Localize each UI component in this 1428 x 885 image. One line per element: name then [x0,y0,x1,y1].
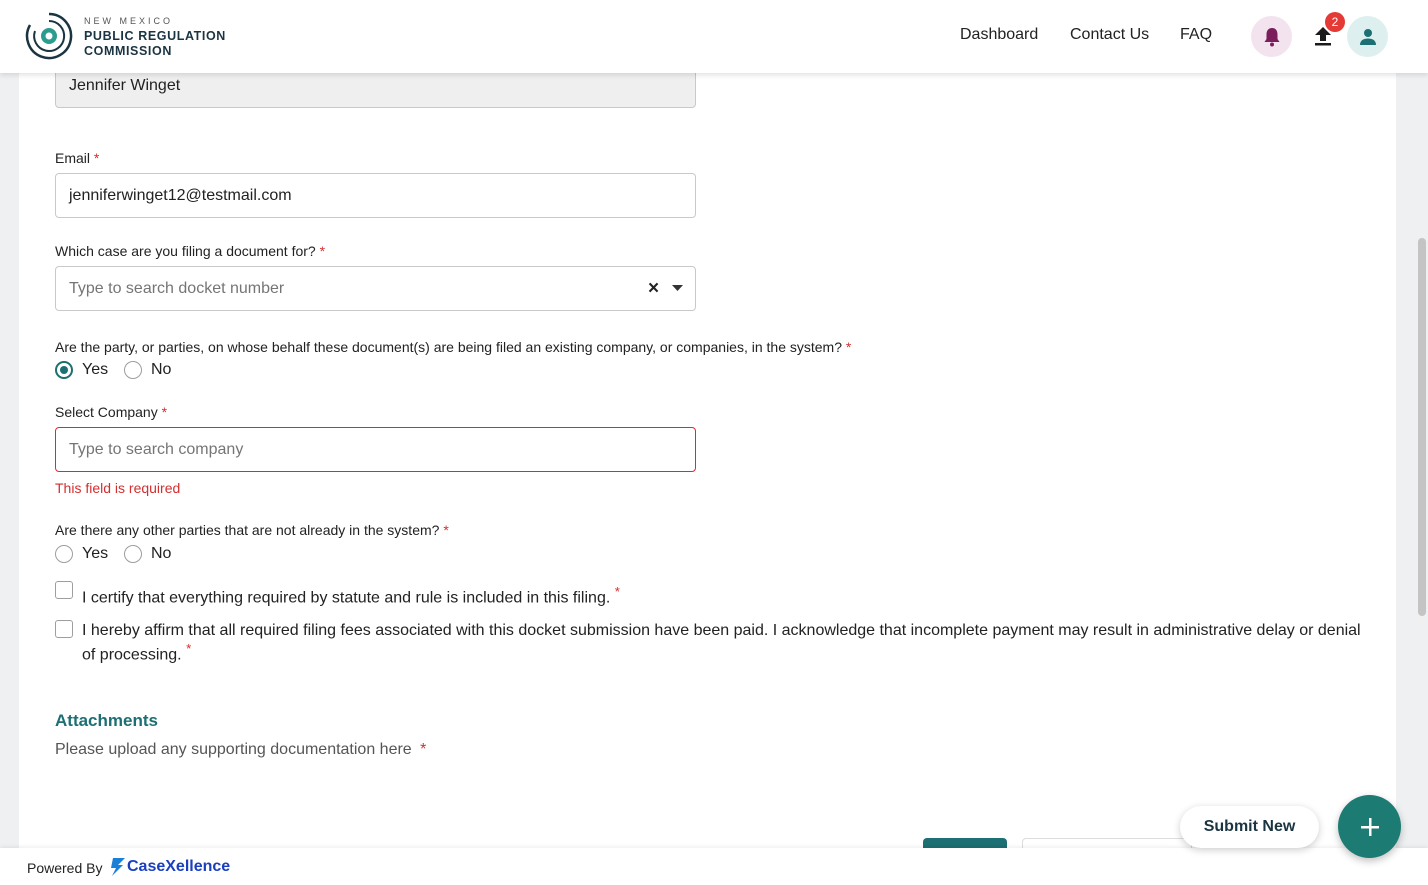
submit-new-button[interactable]: Submit New [1180,806,1319,848]
email-label: Email * [55,150,99,166]
attachments-subtitle-text: Please upload any supporting documentati… [55,741,412,758]
nav-contact-us[interactable]: Contact Us [1070,26,1149,44]
chevron-down-icon[interactable] [672,285,683,292]
required-mark: * [420,741,427,758]
logo-small-text: NEW MEXICO [84,15,174,26]
required-mark: * [161,404,168,420]
party-no-radio[interactable] [124,361,142,379]
logo[interactable]: NEW MEXICO PUBLIC REGULATION COMMISSION [24,10,226,62]
email-field[interactable]: jenniferwinget12@testmail.com [55,173,696,218]
other-parties-no-label: No [151,545,172,562]
certify-checkbox[interactable] [55,581,73,599]
clear-icon[interactable]: × [648,278,659,300]
party-question-text: Are the party, or parties, on whose beha… [55,339,843,355]
upload-count-badge: 2 [1325,12,1345,32]
party-question: Are the party, or parties, on whose beha… [55,339,851,355]
notifications-button[interactable] [1251,16,1292,57]
user-icon [1359,28,1376,45]
casexellence-logo-icon [111,858,125,876]
prc-logo-icon [25,12,73,60]
party-yes-radio[interactable] [55,361,73,379]
nav-dashboard[interactable]: Dashboard [960,26,1038,44]
company-label-text: Select Company [55,404,158,420]
top-header: NEW MEXICO PUBLIC REGULATION COMMISSION … [0,0,1428,73]
required-mark: * [614,584,620,599]
email-label-text: Email [55,150,91,166]
company-error-message: This field is required [55,480,181,496]
required-mark: * [319,243,326,259]
certify-text: I certify that everything required by st… [82,583,682,607]
required-mark: * [93,150,100,166]
user-menu-button[interactable] [1347,16,1388,57]
other-parties-question-text: Are there any other parties that are not… [55,522,440,538]
plus-icon [1360,817,1379,836]
scrollbar-thumb[interactable] [1418,238,1426,616]
certify-text-content: I certify that everything required by st… [82,589,611,607]
email-field-value: jenniferwinget12@testmail.com [69,186,292,204]
required-mark: * [845,339,852,355]
footer: Powered By CaseXellence [0,848,1428,885]
nav-faq[interactable]: FAQ [1180,26,1212,44]
other-parties-no-radio[interactable] [124,545,142,563]
company-search-placeholder: Type to search company [69,440,244,458]
affirm-text-content: I hereby affirm that all required filing… [82,622,1361,664]
casexellence-brand-name: CaseXellence [127,858,231,875]
powered-by-text: Powered By [27,860,103,876]
party-no-label: No [151,361,172,378]
docket-search-select[interactable]: Type to search docket number [55,266,696,311]
other-parties-question: Are there any other parties that are not… [55,522,449,538]
attachments-subtitle: Please upload any supporting documentati… [55,741,426,759]
affirm-checkbox[interactable] [55,620,73,638]
casexellence-logo[interactable]: CaseXellence [110,858,230,876]
logo-line1: PUBLIC REGULATION [84,28,226,43]
logo-line2: COMMISSION [84,43,172,58]
case-label: Which case are you filing a document for… [55,243,325,259]
company-label: Select Company * [55,404,167,420]
case-label-text: Which case are you filing a document for… [55,243,316,259]
docket-search-placeholder: Type to search docket number [69,279,285,297]
bell-icon [1264,27,1279,46]
name-field-value: Jennifer Winget [69,76,181,94]
company-search-input[interactable]: Type to search company [55,427,696,472]
party-yes-label: Yes [82,361,109,378]
other-parties-yes-radio[interactable] [55,545,73,563]
required-mark: * [443,522,449,538]
required-mark: * [186,641,192,656]
add-fab-button[interactable] [1338,795,1401,858]
attachments-title: Attachments [55,711,158,730]
other-parties-yes-label: Yes [82,545,109,562]
affirm-text: I hereby affirm that all required filing… [82,622,1367,664]
